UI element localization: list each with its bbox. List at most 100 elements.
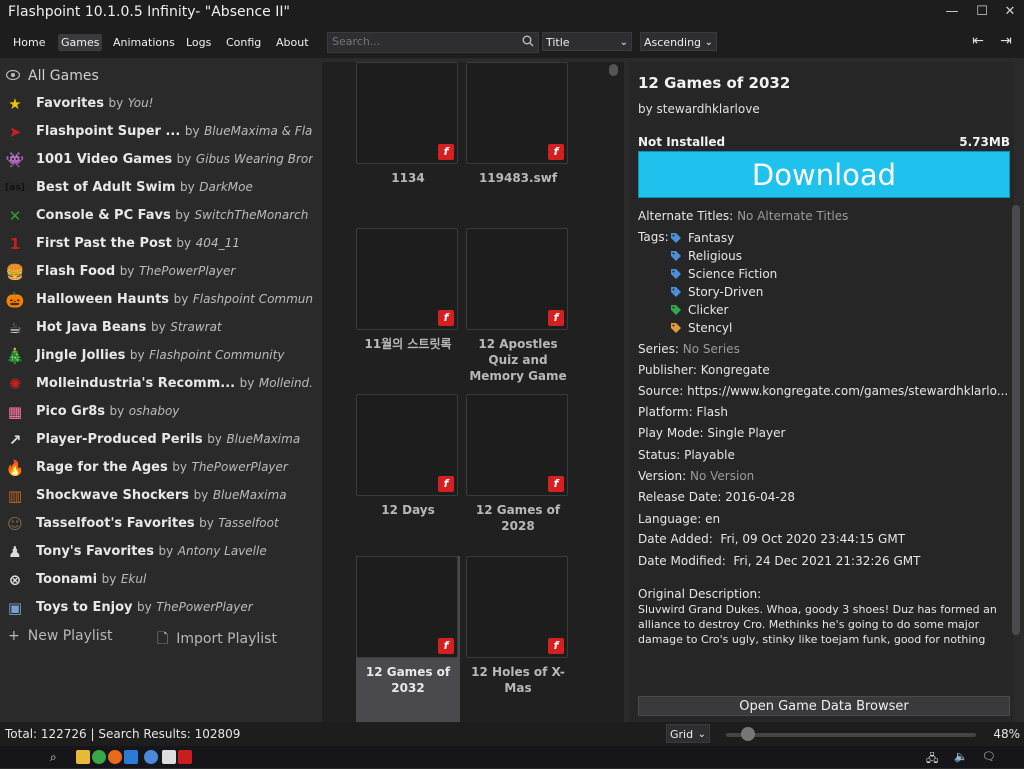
game-tile[interactable]: f 12 Games of 2028 xyxy=(466,394,570,534)
flashpoint-icon[interactable] xyxy=(178,750,192,764)
archive-icon[interactable] xyxy=(162,750,176,764)
tag-item[interactable]: Stencyl xyxy=(670,321,732,335)
chrome-icon[interactable] xyxy=(92,750,106,764)
install-status: Not Installed xyxy=(638,135,726,149)
tag-item[interactable]: Religious xyxy=(670,249,742,263)
playlist-item[interactable]: [as] Best of Adult Swim by DarkMoe xyxy=(5,176,313,200)
close-button[interactable]: ✕ xyxy=(996,2,1024,22)
game-tile[interactable]: f 1134 xyxy=(356,62,460,186)
search-icon[interactable] xyxy=(522,35,534,50)
menu-animations[interactable]: Animations xyxy=(110,34,178,51)
playlist-item[interactable]: ★ Favorites by You! xyxy=(5,92,313,116)
game-title: 12 Games of 2032 xyxy=(638,74,791,92)
chevron-down-icon: ⌄ xyxy=(704,37,713,48)
game-tile[interactable]: f 119483.swf xyxy=(466,62,570,186)
maximize-button[interactable]: ☐ xyxy=(968,2,996,22)
tag-item[interactable]: Story-Driven xyxy=(670,285,763,299)
source-row: Source: https://www.kongregate.com/games… xyxy=(638,384,1008,398)
playlist-item[interactable]: 1 First Past the Post by 404_11 xyxy=(5,232,313,256)
release-date-value[interactable]: 2016-04-28 xyxy=(725,490,795,504)
playlist-item[interactable]: 👾 1001 Video Games by Gibus Wearing Brony xyxy=(5,148,313,172)
playlist-item[interactable]: ↗ Player-Produced Perils by BlueMaxima xyxy=(5,428,313,452)
grid-scrollbar[interactable] xyxy=(609,64,618,76)
game-developer: by stewardhklarlove xyxy=(638,102,760,116)
playlist-title: Toonami xyxy=(36,572,98,587)
game-tile[interactable]: f 12 Apostles Quiz and Memory Game xyxy=(466,228,570,384)
language-value[interactable]: en xyxy=(705,512,720,526)
game-tile[interactable]: f 11월의 스트릿록 xyxy=(356,228,460,352)
playlist-item[interactable]: ⊗ Toonami by Ekul xyxy=(5,568,313,592)
playlist-item[interactable]: ▥ Shockwave Shockers by BlueMaxima xyxy=(5,484,313,508)
playlist-item[interactable]: ▣ Toys to Enjoy by ThePowerPlayer xyxy=(5,596,313,620)
game-tile[interactable]: f 12 Holes of X-Mas xyxy=(466,556,570,696)
playlist-item[interactable]: 🎃 Halloween Haunts by Flashpoint Communit… xyxy=(5,288,313,312)
playlist-item[interactable]: 🍔 Flash Food by ThePowerPlayer xyxy=(5,260,313,284)
sort-field-select[interactable]: Title ⌄ xyxy=(542,32,632,51)
game-thumbnail: f xyxy=(356,556,458,658)
tag-item[interactable]: Clicker xyxy=(670,303,728,317)
character-icon: ☺ xyxy=(7,515,23,533)
app-icon[interactable] xyxy=(124,750,138,764)
import-playlist-button[interactable]: 🗋 Import Playlist xyxy=(157,628,277,652)
zoom-slider-track[interactable] xyxy=(726,733,976,737)
toggle-right-sidebar-button[interactable]: ⇥ xyxy=(996,32,1016,50)
zoom-slider-thumb[interactable] xyxy=(741,727,755,741)
source-value[interactable]: https://www.kongregate.com/games/steward… xyxy=(687,384,1008,398)
playlist-by: by xyxy=(176,152,192,166)
firefox-icon[interactable] xyxy=(108,750,122,764)
playlist-item[interactable]: 🎄 Jingle Jollies by Flashpoint Community xyxy=(5,344,313,368)
platform-label: Platform: xyxy=(638,405,693,419)
playlist-item[interactable]: ♟ Tony's Favorites by Antony Lavelle xyxy=(5,540,313,564)
playlist-item[interactable]: ☺ Tasselfoot's Favorites by Tasselfoot xyxy=(5,512,313,536)
playlist-title: First Past the Post xyxy=(36,236,172,251)
notification-icon[interactable]: 🗨 xyxy=(982,750,996,764)
volume-icon[interactable]: 🔈 xyxy=(954,750,968,764)
publisher-value[interactable]: Kongregate xyxy=(701,363,770,377)
playlist-text: Hot Java Beans by Strawrat xyxy=(36,320,222,335)
playlist-text: Halloween Haunts by Flashpoint Community xyxy=(36,292,313,307)
file-icon: 🗋 xyxy=(157,631,169,647)
game-tile[interactable]: f 12 Games of 2032 xyxy=(356,556,460,722)
menu-config[interactable]: Config xyxy=(223,34,264,51)
layout-select[interactable]: Grid ⌄ xyxy=(666,724,710,743)
tag-item[interactable]: Fantasy xyxy=(670,231,734,245)
game-tile[interactable]: f 12 Days xyxy=(356,394,460,518)
playlist-item[interactable]: 🔥 Rage for the Ages by ThePowerPlayer xyxy=(5,456,313,480)
minimize-button[interactable]: — xyxy=(938,2,966,22)
playlist-item[interactable]: ✺ Molleindustria's Recomm... by Molleind.… xyxy=(5,372,313,396)
tags-label: Tags: xyxy=(638,230,669,244)
playlist-item[interactable]: ✕ Console & PC Favs by SwitchTheMonarch xyxy=(5,204,313,228)
playlist-by: by xyxy=(158,544,174,558)
menu-logs[interactable]: Logs xyxy=(183,34,214,51)
platform-row: Platform: Flash xyxy=(638,405,728,419)
network-icon[interactable]: 🖧 xyxy=(926,750,940,765)
menu-home[interactable]: Home xyxy=(10,34,48,51)
search-icon[interactable]: ⌕ xyxy=(50,750,64,764)
toggle-left-sidebar-button[interactable]: ⇤ xyxy=(968,32,988,50)
playlist-item[interactable]: ☕ Hot Java Beans by Strawrat xyxy=(5,316,313,340)
plus-icon: + xyxy=(8,628,20,644)
play-mode-label: Play Mode: xyxy=(638,426,704,440)
source-label: Source: xyxy=(638,384,684,398)
playlist-author: oshaboy xyxy=(128,404,180,418)
playlist-item[interactable]: ▦ Pico Gr8s by oshaboy xyxy=(5,400,313,424)
playlist-item[interactable]: ➤ Flashpoint Super ... by BlueMaxima & Fl… xyxy=(5,120,313,144)
tag-item[interactable]: Science Fiction xyxy=(670,267,777,281)
menu-about[interactable]: About xyxy=(273,34,312,51)
platform-value[interactable]: Flash xyxy=(696,405,727,419)
all-games-item[interactable]: All Games xyxy=(5,68,99,84)
status-value[interactable]: Playable xyxy=(684,448,735,462)
details-scrollbar[interactable] xyxy=(1012,205,1020,635)
game-thumbnail: f xyxy=(356,394,458,496)
search-input[interactable] xyxy=(328,33,521,50)
download-button[interactable]: Download xyxy=(638,151,1010,198)
app-icon[interactable] xyxy=(144,750,158,764)
play-mode-value[interactable]: Single Player xyxy=(707,426,785,440)
playlist-title: Jingle Jollies xyxy=(36,348,126,363)
menu-games[interactable]: Games xyxy=(58,34,103,51)
file-explorer-icon[interactable] xyxy=(76,750,90,764)
sort-order-select[interactable]: Ascending ⌄ xyxy=(640,32,717,51)
playlist-title: Flash Food xyxy=(36,264,116,279)
open-game-data-browser-button[interactable]: Open Game Data Browser xyxy=(638,696,1010,716)
new-playlist-button[interactable]: + New Playlist xyxy=(8,628,112,644)
